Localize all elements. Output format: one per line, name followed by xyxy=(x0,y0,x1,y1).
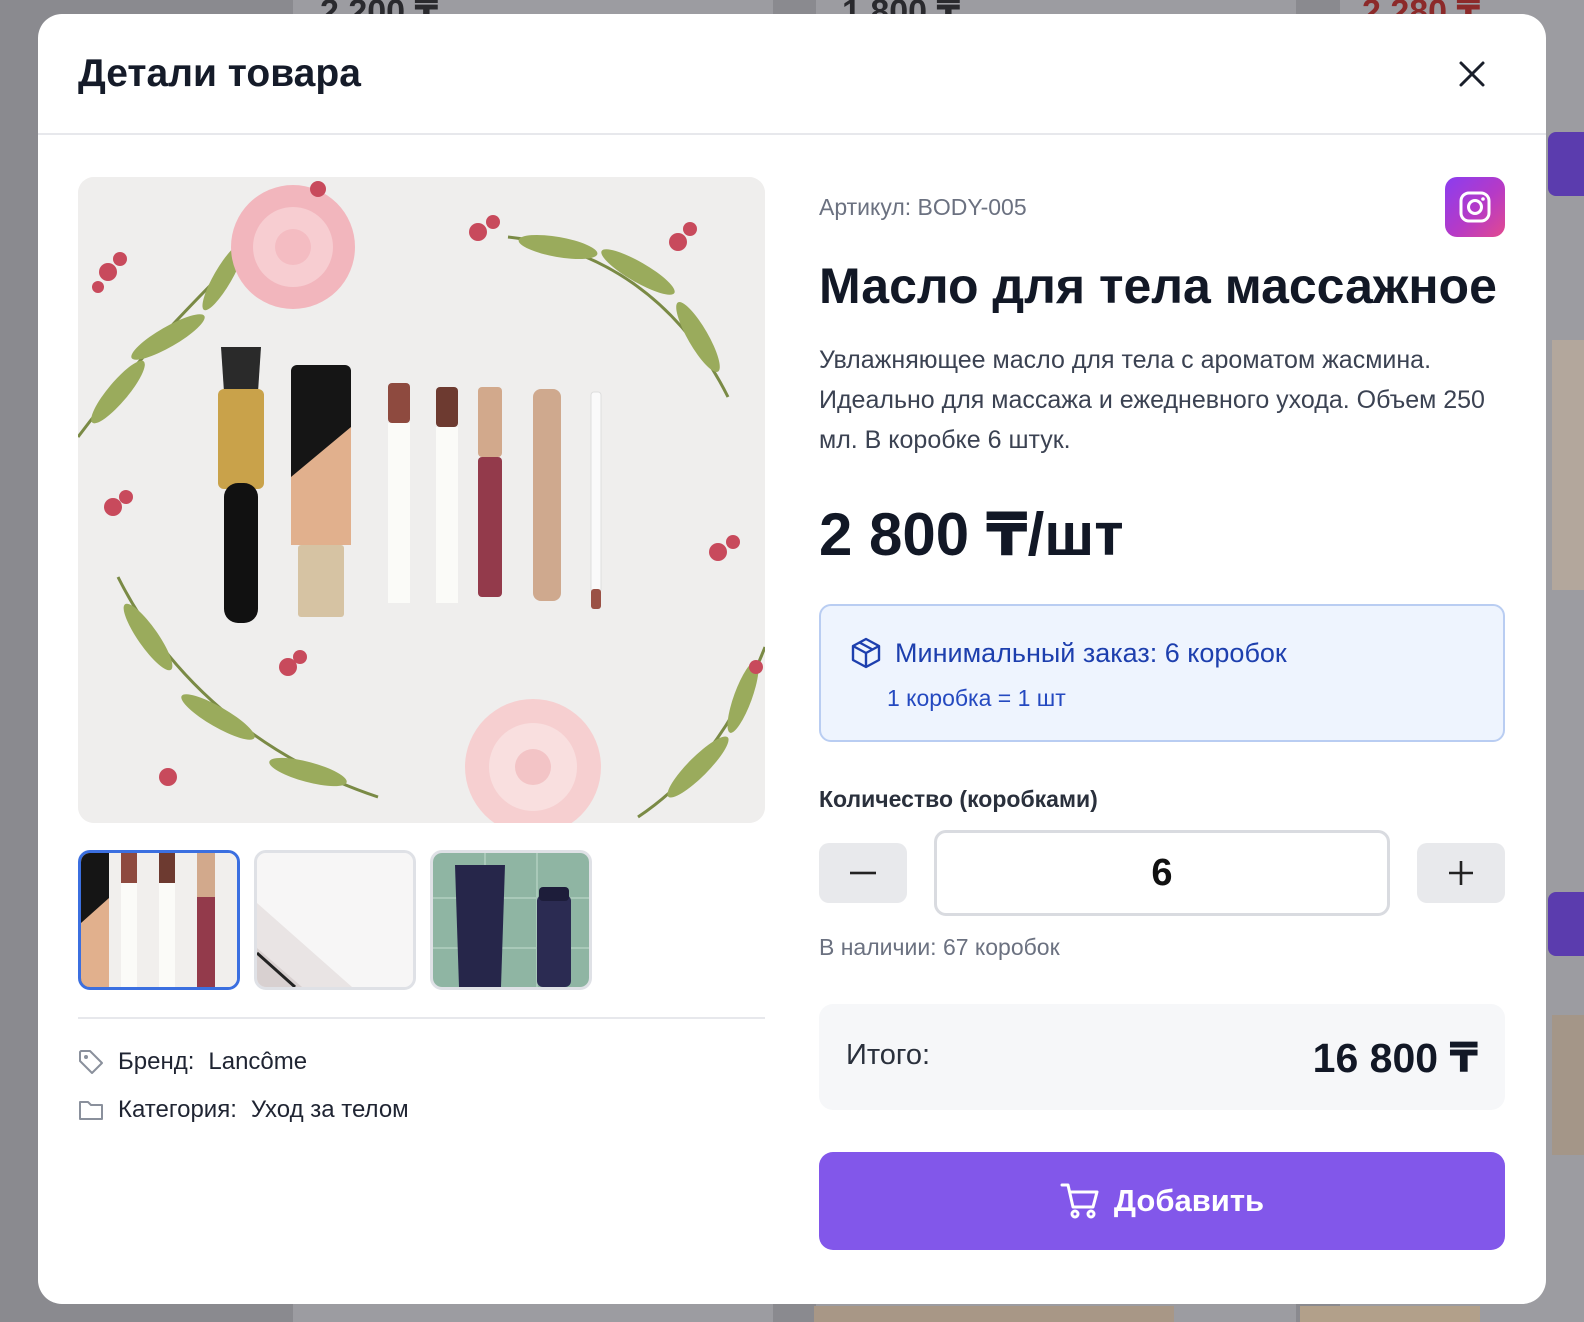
total-label: Итого: xyxy=(846,1039,931,1071)
min-order-title: Минимальный заказ: 6 коробок xyxy=(895,638,1287,668)
brand-label: Бренд: xyxy=(118,1048,195,1075)
modal-title: Детали товара xyxy=(78,52,361,95)
add-to-cart-label: Добавить xyxy=(1113,1183,1265,1218)
total-summary: Итого: 16 800 ₸ xyxy=(819,1004,1505,1110)
divider xyxy=(78,1017,765,1019)
plus-icon xyxy=(1449,861,1473,885)
add-to-cart-button[interactable]: Добавить xyxy=(819,1152,1505,1250)
thumbnail-cosmetics[interactable] xyxy=(78,850,240,990)
background-image xyxy=(1552,340,1584,590)
category-label: Категория: xyxy=(118,1096,237,1123)
background-image xyxy=(1552,1015,1584,1155)
product-title: Масло для тела массажное xyxy=(819,258,1497,314)
product-main-image xyxy=(78,177,765,823)
close-icon xyxy=(1459,61,1485,87)
background-button xyxy=(1548,132,1584,196)
product-price: 2 800 ₸/шт xyxy=(819,501,1124,568)
background-image xyxy=(814,1306,1174,1322)
thumbnail-strip xyxy=(78,850,592,990)
min-order-subtitle: 1 коробка = 1 шт xyxy=(887,685,1066,711)
background-button xyxy=(1548,892,1584,956)
cart-icon xyxy=(1060,1183,1099,1219)
brand-row: Бренд: Lancôme xyxy=(78,1047,307,1077)
box-icon xyxy=(851,637,881,669)
tag-icon xyxy=(78,1047,108,1077)
instagram-icon xyxy=(1459,191,1491,223)
product-description: Увлажняющее масло для тела с ароматом жа… xyxy=(819,346,1485,454)
thumbnail-white-surface[interactable] xyxy=(254,850,416,990)
category-value: Уход за телом xyxy=(250,1096,409,1123)
decrease-button[interactable] xyxy=(819,843,907,903)
close-button[interactable] xyxy=(1448,50,1496,98)
product-sku: Артикул: BODY-005 xyxy=(819,194,1027,220)
increase-button[interactable] xyxy=(1417,843,1505,903)
quantity-input[interactable] xyxy=(934,830,1390,916)
minus-icon xyxy=(850,871,876,875)
min-order-info: Минимальный заказ: 6 коробок 1 коробка =… xyxy=(819,604,1505,742)
thumbnail-curology[interactable] xyxy=(430,850,592,990)
folder-icon xyxy=(78,1095,108,1125)
quantity-label: Количество (коробками) xyxy=(819,786,1098,812)
category-row: Категория: Уход за телом xyxy=(78,1095,409,1125)
product-details-modal: Детали товара Бренд: Lancôme Категория: … xyxy=(38,14,1546,1304)
modal-header: Детали товара xyxy=(38,14,1546,135)
background-image xyxy=(1300,1306,1480,1322)
brand-value: Lancôme xyxy=(208,1048,308,1075)
stock-info: В наличии: 67 коробок xyxy=(819,934,1060,960)
instagram-button[interactable] xyxy=(1445,177,1505,237)
total-value: 16 800 ₸ xyxy=(1312,1035,1478,1081)
